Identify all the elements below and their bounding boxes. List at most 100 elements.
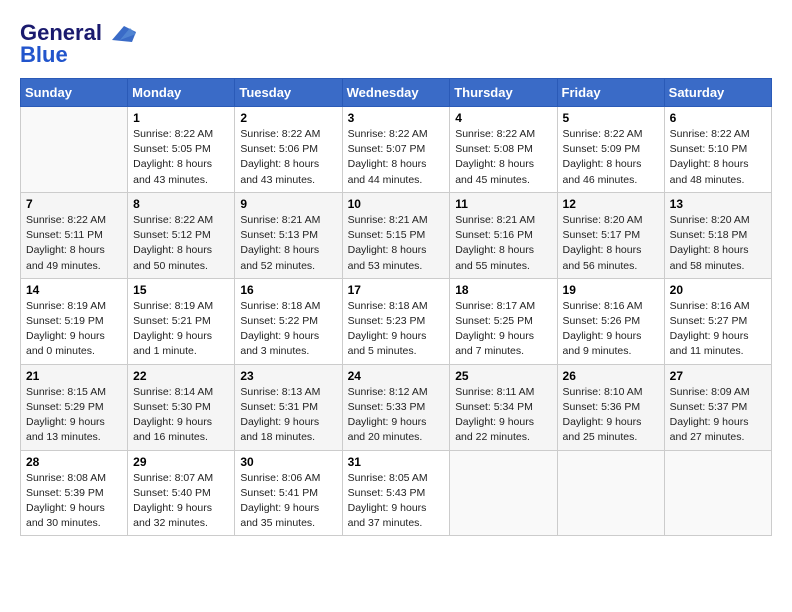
calendar-day-cell: 26 Sunrise: 8:10 AMSunset: 5:36 PMDaylig… bbox=[557, 364, 664, 450]
calendar-day-cell: 8 Sunrise: 8:22 AMSunset: 5:12 PMDayligh… bbox=[128, 192, 235, 278]
day-number: 27 bbox=[670, 369, 766, 383]
calendar-day-cell: 17 Sunrise: 8:18 AMSunset: 5:23 PMDaylig… bbox=[342, 278, 450, 364]
day-detail: Sunrise: 8:18 AMSunset: 5:23 PMDaylight:… bbox=[348, 299, 445, 360]
day-detail: Sunrise: 8:20 AMSunset: 5:18 PMDaylight:… bbox=[670, 213, 766, 274]
calendar-week-row: 14 Sunrise: 8:19 AMSunset: 5:19 PMDaylig… bbox=[21, 278, 772, 364]
calendar-day-cell: 3 Sunrise: 8:22 AMSunset: 5:07 PMDayligh… bbox=[342, 107, 450, 193]
day-number: 28 bbox=[26, 455, 122, 469]
day-detail: Sunrise: 8:21 AMSunset: 5:13 PMDaylight:… bbox=[240, 213, 336, 274]
day-number: 21 bbox=[26, 369, 122, 383]
calendar-header-cell: Wednesday bbox=[342, 79, 450, 107]
day-number: 19 bbox=[563, 283, 659, 297]
calendar-header-cell: Sunday bbox=[21, 79, 128, 107]
day-detail: Sunrise: 8:08 AMSunset: 5:39 PMDaylight:… bbox=[26, 471, 122, 532]
day-number: 29 bbox=[133, 455, 229, 469]
day-number: 24 bbox=[348, 369, 445, 383]
calendar-day-cell: 24 Sunrise: 8:12 AMSunset: 5:33 PMDaylig… bbox=[342, 364, 450, 450]
day-detail: Sunrise: 8:14 AMSunset: 5:30 PMDaylight:… bbox=[133, 385, 229, 446]
calendar-day-cell: 16 Sunrise: 8:18 AMSunset: 5:22 PMDaylig… bbox=[235, 278, 342, 364]
day-detail: Sunrise: 8:22 AMSunset: 5:06 PMDaylight:… bbox=[240, 127, 336, 188]
calendar-day-cell: 19 Sunrise: 8:16 AMSunset: 5:26 PMDaylig… bbox=[557, 278, 664, 364]
day-detail: Sunrise: 8:22 AMSunset: 5:10 PMDaylight:… bbox=[670, 127, 766, 188]
day-number: 1 bbox=[133, 111, 229, 125]
calendar-header-cell: Monday bbox=[128, 79, 235, 107]
day-number: 31 bbox=[348, 455, 445, 469]
day-number: 12 bbox=[563, 197, 659, 211]
logo-blue: Blue bbox=[20, 42, 68, 68]
calendar-header-cell: Friday bbox=[557, 79, 664, 107]
day-detail: Sunrise: 8:10 AMSunset: 5:36 PMDaylight:… bbox=[563, 385, 659, 446]
calendar: SundayMondayTuesdayWednesdayThursdayFrid… bbox=[20, 78, 772, 536]
calendar-day-cell: 6 Sunrise: 8:22 AMSunset: 5:10 PMDayligh… bbox=[664, 107, 771, 193]
day-detail: Sunrise: 8:22 AMSunset: 5:09 PMDaylight:… bbox=[563, 127, 659, 188]
day-detail: Sunrise: 8:15 AMSunset: 5:29 PMDaylight:… bbox=[26, 385, 122, 446]
calendar-day-cell: 5 Sunrise: 8:22 AMSunset: 5:09 PMDayligh… bbox=[557, 107, 664, 193]
logo-icon bbox=[104, 22, 136, 44]
calendar-day-cell: 21 Sunrise: 8:15 AMSunset: 5:29 PMDaylig… bbox=[21, 364, 128, 450]
calendar-week-row: 28 Sunrise: 8:08 AMSunset: 5:39 PMDaylig… bbox=[21, 450, 772, 536]
calendar-week-row: 1 Sunrise: 8:22 AMSunset: 5:05 PMDayligh… bbox=[21, 107, 772, 193]
calendar-day-cell: 28 Sunrise: 8:08 AMSunset: 5:39 PMDaylig… bbox=[21, 450, 128, 536]
day-detail: Sunrise: 8:06 AMSunset: 5:41 PMDaylight:… bbox=[240, 471, 336, 532]
day-number: 6 bbox=[670, 111, 766, 125]
day-detail: Sunrise: 8:22 AMSunset: 5:08 PMDaylight:… bbox=[455, 127, 551, 188]
calendar-day-cell: 2 Sunrise: 8:22 AMSunset: 5:06 PMDayligh… bbox=[235, 107, 342, 193]
day-number: 23 bbox=[240, 369, 336, 383]
calendar-header-cell: Thursday bbox=[450, 79, 557, 107]
day-number: 11 bbox=[455, 197, 551, 211]
calendar-week-row: 7 Sunrise: 8:22 AMSunset: 5:11 PMDayligh… bbox=[21, 192, 772, 278]
calendar-body: 1 Sunrise: 8:22 AMSunset: 5:05 PMDayligh… bbox=[21, 107, 772, 536]
day-number: 3 bbox=[348, 111, 445, 125]
day-detail: Sunrise: 8:22 AMSunset: 5:05 PMDaylight:… bbox=[133, 127, 229, 188]
day-detail: Sunrise: 8:16 AMSunset: 5:27 PMDaylight:… bbox=[670, 299, 766, 360]
calendar-day-cell: 18 Sunrise: 8:17 AMSunset: 5:25 PMDaylig… bbox=[450, 278, 557, 364]
calendar-day-cell: 12 Sunrise: 8:20 AMSunset: 5:17 PMDaylig… bbox=[557, 192, 664, 278]
calendar-day-cell: 15 Sunrise: 8:19 AMSunset: 5:21 PMDaylig… bbox=[128, 278, 235, 364]
day-number: 30 bbox=[240, 455, 336, 469]
day-detail: Sunrise: 8:07 AMSunset: 5:40 PMDaylight:… bbox=[133, 471, 229, 532]
day-detail: Sunrise: 8:18 AMSunset: 5:22 PMDaylight:… bbox=[240, 299, 336, 360]
calendar-week-row: 21 Sunrise: 8:15 AMSunset: 5:29 PMDaylig… bbox=[21, 364, 772, 450]
calendar-day-cell: 11 Sunrise: 8:21 AMSunset: 5:16 PMDaylig… bbox=[450, 192, 557, 278]
calendar-header-cell: Saturday bbox=[664, 79, 771, 107]
day-number: 16 bbox=[240, 283, 336, 297]
calendar-day-cell: 20 Sunrise: 8:16 AMSunset: 5:27 PMDaylig… bbox=[664, 278, 771, 364]
day-detail: Sunrise: 8:16 AMSunset: 5:26 PMDaylight:… bbox=[563, 299, 659, 360]
calendar-day-cell: 14 Sunrise: 8:19 AMSunset: 5:19 PMDaylig… bbox=[21, 278, 128, 364]
calendar-day-cell: 7 Sunrise: 8:22 AMSunset: 5:11 PMDayligh… bbox=[21, 192, 128, 278]
calendar-day-cell: 23 Sunrise: 8:13 AMSunset: 5:31 PMDaylig… bbox=[235, 364, 342, 450]
day-number: 5 bbox=[563, 111, 659, 125]
day-detail: Sunrise: 8:12 AMSunset: 5:33 PMDaylight:… bbox=[348, 385, 445, 446]
day-detail: Sunrise: 8:19 AMSunset: 5:19 PMDaylight:… bbox=[26, 299, 122, 360]
calendar-day-cell bbox=[557, 450, 664, 536]
day-number: 2 bbox=[240, 111, 336, 125]
day-detail: Sunrise: 8:20 AMSunset: 5:17 PMDaylight:… bbox=[563, 213, 659, 274]
day-number: 18 bbox=[455, 283, 551, 297]
calendar-day-cell: 30 Sunrise: 8:06 AMSunset: 5:41 PMDaylig… bbox=[235, 450, 342, 536]
day-number: 20 bbox=[670, 283, 766, 297]
day-number: 10 bbox=[348, 197, 445, 211]
calendar-header-row: SundayMondayTuesdayWednesdayThursdayFrid… bbox=[21, 79, 772, 107]
calendar-day-cell: 4 Sunrise: 8:22 AMSunset: 5:08 PMDayligh… bbox=[450, 107, 557, 193]
day-detail: Sunrise: 8:21 AMSunset: 5:15 PMDaylight:… bbox=[348, 213, 445, 274]
day-number: 15 bbox=[133, 283, 229, 297]
day-number: 22 bbox=[133, 369, 229, 383]
day-number: 13 bbox=[670, 197, 766, 211]
day-detail: Sunrise: 8:17 AMSunset: 5:25 PMDaylight:… bbox=[455, 299, 551, 360]
calendar-day-cell: 10 Sunrise: 8:21 AMSunset: 5:15 PMDaylig… bbox=[342, 192, 450, 278]
day-detail: Sunrise: 8:11 AMSunset: 5:34 PMDaylight:… bbox=[455, 385, 551, 446]
day-detail: Sunrise: 8:09 AMSunset: 5:37 PMDaylight:… bbox=[670, 385, 766, 446]
day-number: 4 bbox=[455, 111, 551, 125]
calendar-day-cell: 27 Sunrise: 8:09 AMSunset: 5:37 PMDaylig… bbox=[664, 364, 771, 450]
header: General Blue bbox=[20, 20, 772, 68]
calendar-day-cell: 1 Sunrise: 8:22 AMSunset: 5:05 PMDayligh… bbox=[128, 107, 235, 193]
day-detail: Sunrise: 8:05 AMSunset: 5:43 PMDaylight:… bbox=[348, 471, 445, 532]
day-number: 26 bbox=[563, 369, 659, 383]
day-number: 25 bbox=[455, 369, 551, 383]
day-number: 14 bbox=[26, 283, 122, 297]
calendar-day-cell bbox=[664, 450, 771, 536]
day-detail: Sunrise: 8:19 AMSunset: 5:21 PMDaylight:… bbox=[133, 299, 229, 360]
calendar-day-cell: 31 Sunrise: 8:05 AMSunset: 5:43 PMDaylig… bbox=[342, 450, 450, 536]
calendar-day-cell: 25 Sunrise: 8:11 AMSunset: 5:34 PMDaylig… bbox=[450, 364, 557, 450]
day-number: 8 bbox=[133, 197, 229, 211]
